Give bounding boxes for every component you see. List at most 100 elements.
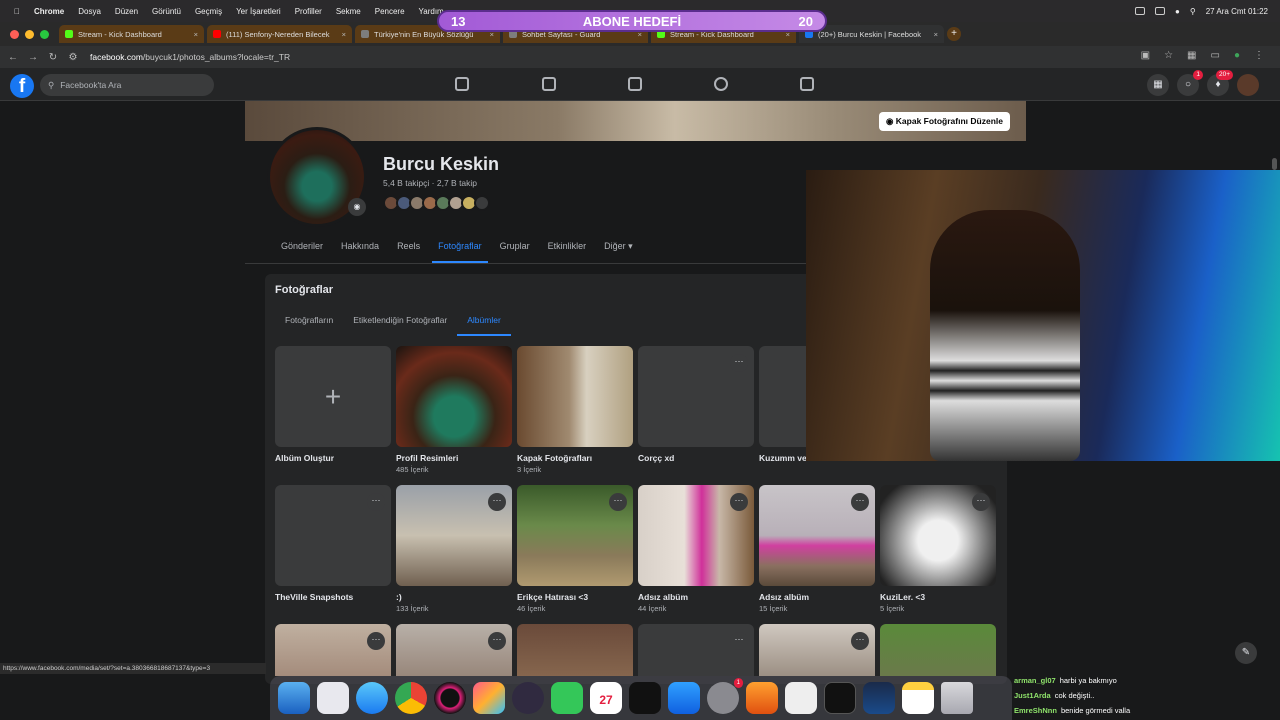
album-card[interactable]: ··· :) 133 İçerik <box>396 485 512 613</box>
edit-cover-button[interactable]: ◉ Kapak Fotoğrafını Düzenle <box>878 112 1010 131</box>
tab-about[interactable]: Hakkında <box>335 231 385 263</box>
profile-icon[interactable]: ● <box>1234 50 1240 61</box>
album-card[interactable]: ··· Corçç xd <box>638 346 754 463</box>
steam-icon[interactable] <box>863 682 895 714</box>
more-options-icon[interactable]: ··· <box>851 632 869 650</box>
minimize-window-icon[interactable] <box>25 29 34 39</box>
menu-pencere[interactable]: Pencere <box>375 7 405 16</box>
wifi-icon[interactable]: ● <box>1175 7 1180 16</box>
compose-pencil-icon[interactable]: ✎ <box>1235 642 1257 664</box>
subtab-tagged-photos[interactable]: Etiketlendiğin Fotoğraflar <box>343 306 457 336</box>
close-tab-icon[interactable]: × <box>190 30 198 39</box>
album-card[interactable]: ··· <box>638 624 754 676</box>
back-icon[interactable]: ← <box>6 52 20 63</box>
apple-icon[interactable]:  <box>14 7 20 16</box>
photos-icon[interactable] <box>473 682 505 714</box>
forward-icon[interactable]: → <box>26 52 40 63</box>
new-tab-button[interactable]: + <box>947 27 961 41</box>
clock[interactable]: 27 Ara Cmt 01:22 <box>1206 7 1268 16</box>
opera-icon[interactable] <box>434 682 466 714</box>
album-card[interactable] <box>517 624 633 676</box>
calendar-icon[interactable]: 27 <box>590 682 622 714</box>
browser-tab[interactable]: Stream - Kick Dashboard × <box>59 25 204 43</box>
gaming-icon[interactable] <box>800 77 814 91</box>
more-options-icon[interactable]: ··· <box>851 493 869 511</box>
camera-icon[interactable]: ◉ <box>348 198 366 216</box>
marketplace-icon[interactable] <box>628 77 642 91</box>
tab-events[interactable]: Etkinlikler <box>542 231 593 263</box>
more-options-icon[interactable]: ··· <box>730 354 748 372</box>
chrome-icon[interactable] <box>395 682 427 714</box>
album-card[interactable]: ··· <box>396 624 512 676</box>
more-options-icon[interactable]: ··· <box>609 493 627 511</box>
tab-photos[interactable]: Fotoğraflar <box>432 231 488 263</box>
capcut-icon[interactable] <box>785 682 817 714</box>
reload-icon[interactable]: ↻ <box>46 52 60 63</box>
more-options-icon[interactable]: ··· <box>972 493 990 511</box>
launchpad-icon[interactable] <box>317 682 349 714</box>
subtab-your-photos[interactable]: Fotoğrafların <box>275 306 343 336</box>
menu-sekme[interactable]: Sekme <box>336 7 361 16</box>
album-card[interactable]: ··· Erikçe Hatırası <3 46 İçerik <box>517 485 633 613</box>
search-icon[interactable]: ⚲ <box>1190 7 1196 16</box>
messenger-icon[interactable]: ○ 1 <box>1177 70 1203 96</box>
zoom-window-icon[interactable] <box>40 29 49 39</box>
more-options-icon[interactable]: ··· <box>367 493 385 511</box>
fl-studio-icon[interactable] <box>746 682 778 714</box>
app-store-icon[interactable] <box>668 682 700 714</box>
album-card[interactable]: Kapak Fotoğrafları 3 İçerik <box>517 346 633 474</box>
apple-tv-icon[interactable] <box>629 682 661 714</box>
more-friends-icon[interactable] <box>474 195 490 211</box>
close-tab-icon[interactable]: × <box>338 30 346 39</box>
menu-duzen[interactable]: Düzen <box>115 7 138 16</box>
create-album-tile[interactable]: + Albüm Oluştur <box>275 346 391 463</box>
album-card[interactable]: ··· KuziLer. <3 5 İçerik <box>880 485 996 613</box>
menu-goruntu[interactable]: Görüntü <box>152 7 181 16</box>
safari-icon[interactable] <box>356 682 388 714</box>
tab-posts[interactable]: Gönderiler <box>275 231 329 263</box>
more-options-icon[interactable]: ··· <box>488 493 506 511</box>
album-card[interactable]: Profil Resimleri 485 İçerik <box>396 346 512 474</box>
tab-more[interactable]: Diğer ▾ <box>598 231 639 263</box>
album-card[interactable] <box>880 624 996 676</box>
album-card[interactable]: ··· Adsız albüm 44 İçerik <box>638 485 754 613</box>
obs-icon[interactable] <box>512 682 544 714</box>
notes-icon[interactable] <box>902 682 934 714</box>
more-options-icon[interactable]: ··· <box>488 632 506 650</box>
facetime-icon[interactable] <box>551 682 583 714</box>
battery-icon[interactable] <box>1155 7 1166 15</box>
chrome-menu-icon[interactable]: ⋮ <box>1254 50 1264 61</box>
menu-gecmis[interactable]: Geçmiş <box>195 7 222 16</box>
terminal-icon[interactable] <box>824 682 856 714</box>
site-info-icon[interactable]: ⚙ <box>66 52 80 63</box>
close-tab-icon[interactable]: × <box>930 30 938 39</box>
bookmark-star-icon[interactable]: ☆ <box>1164 50 1173 61</box>
sidepanel-icon[interactable]: ▭ <box>1211 50 1220 61</box>
album-card[interactable]: Kuzumm ve ... <box>759 346 806 463</box>
screen-record-icon[interactable] <box>1135 7 1146 15</box>
menu-dosya[interactable]: Dosya <box>78 7 101 16</box>
tab-reels[interactable]: Reels <box>391 231 426 263</box>
more-options-icon[interactable]: ··· <box>367 632 385 650</box>
video-icon[interactable] <box>542 77 556 91</box>
notifications-icon[interactable]: ♦ 20+ <box>1207 70 1233 96</box>
profile-stats[interactable]: 5,4 B takipçi · 2,7 B takip <box>383 178 477 188</box>
more-options-icon[interactable]: ··· <box>730 632 748 650</box>
subtab-albums[interactable]: Albümler <box>457 306 511 336</box>
trash-icon[interactable] <box>941 682 973 714</box>
album-card[interactable]: ··· Adsız albüm 15 İçerik <box>759 485 875 613</box>
account-avatar[interactable] <box>1237 74 1259 96</box>
album-card[interactable]: ··· TheVille Snapshots <box>275 485 391 602</box>
facebook-logo-icon[interactable]: f <box>10 74 34 98</box>
menu-yer-isaretleri[interactable]: Yer İşaretleri <box>236 7 281 16</box>
groups-icon[interactable] <box>714 77 728 91</box>
facebook-search-input[interactable]: ⚲ Facebook'ta Ara <box>40 74 214 96</box>
page-scrollbar[interactable] <box>1272 158 1277 170</box>
album-card[interactable]: ··· <box>275 624 391 676</box>
more-options-icon[interactable]: ··· <box>730 493 748 511</box>
cast-icon[interactable]: ▣ <box>1141 50 1150 61</box>
menu-profiller[interactable]: Profiller <box>295 7 322 16</box>
tab-groups[interactable]: Gruplar <box>494 231 536 263</box>
menu-grid-icon[interactable]: ▦ <box>1147 74 1169 96</box>
browser-tab[interactable]: (111) Senfony-Nereden Bilecek × <box>207 25 352 43</box>
